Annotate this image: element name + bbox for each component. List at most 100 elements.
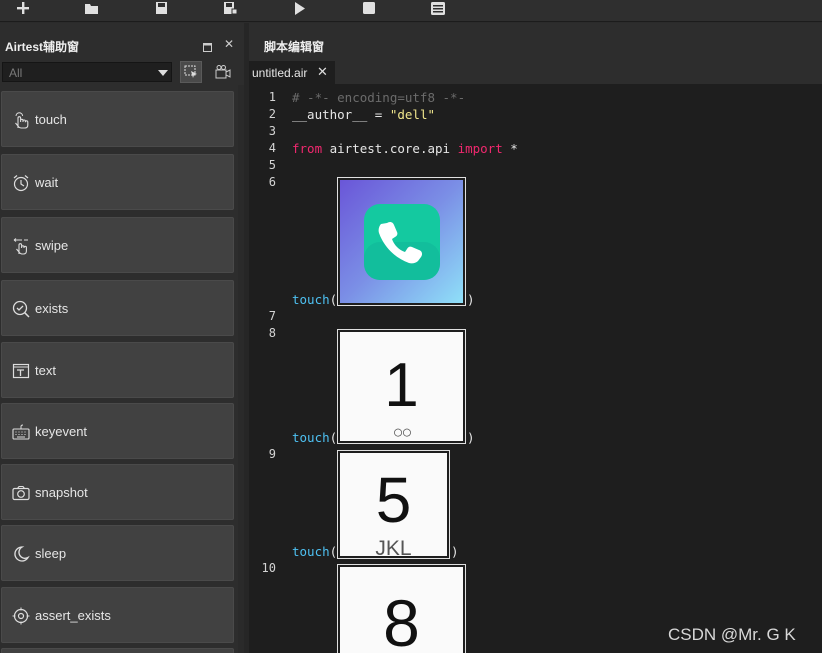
code-touch-call: touch(: [292, 544, 337, 559]
code-module: airtest.core.api: [322, 141, 458, 156]
filter-row: All: [0, 61, 244, 85]
api-label: exists: [35, 301, 69, 316]
float-window-icon[interactable]: [203, 39, 212, 57]
code-touch-call: touch(: [292, 292, 337, 307]
code-paren: ): [467, 430, 475, 445]
image-thumbnail-key-5[interactable]: 5 JKL: [337, 450, 450, 559]
api-filter-select[interactable]: All: [2, 62, 172, 82]
code-string: "dell": [389, 107, 435, 122]
new-icon[interactable]: [12, 0, 34, 16]
select-cursor-icon: [184, 65, 197, 78]
api-button-snapshot[interactable]: snapshot: [1, 464, 234, 520]
save-as-icon[interactable]: [219, 0, 241, 16]
keyboard-icon: [12, 424, 30, 440]
code-area[interactable]: 1 2 3 4 5 6 7 8 9 10 # -*- encoding=utf8…: [249, 84, 822, 653]
select-region-button[interactable]: [180, 61, 202, 83]
code-paren: ): [451, 544, 459, 559]
save-icon[interactable]: [150, 0, 172, 16]
camera-record-icon: [215, 65, 231, 79]
api-label: swipe: [35, 238, 69, 253]
line-number: 3: [268, 124, 276, 138]
api-button-exists[interactable]: exists: [1, 280, 234, 336]
panel-title: Airtest辅助窗: [5, 40, 80, 54]
line-number: 4: [268, 141, 276, 155]
code-comment: # -*- encoding=utf8 -*-: [292, 90, 466, 105]
thumb-digit: 5: [375, 464, 412, 536]
code-function: touch: [292, 544, 330, 559]
voicemail-icon: ○○: [392, 422, 413, 442]
thumb-letters: JKL: [375, 537, 412, 558]
line-number: 6: [268, 175, 276, 189]
hand-swipe-icon: [13, 238, 28, 255]
api-label: assert_exists: [35, 608, 111, 623]
code-keyword: import: [457, 141, 503, 156]
airtest-ide-window: Airtest辅助窗 ✕ All touch wait swipe exists…: [0, 0, 822, 653]
api-button-text[interactable]: text: [1, 342, 234, 398]
code-line-author: __author__ = "dell": [292, 107, 435, 122]
code-paren: (: [329, 544, 338, 559]
main-toolbar: [0, 0, 822, 22]
api-label: sleep: [35, 546, 67, 561]
close-icon[interactable]: ✕: [317, 64, 328, 80]
api-label: touch: [35, 112, 67, 127]
text-box-icon: [12, 363, 30, 379]
code-function: touch: [292, 292, 330, 307]
code-paren: (: [329, 292, 338, 307]
thumb-digit: 8: [383, 586, 420, 653]
moon-icon: [14, 546, 30, 562]
line-number: 2: [268, 107, 276, 121]
image-thumbnail-key-8[interactable]: 8: [337, 564, 466, 653]
code-touch-call: touch(: [292, 430, 337, 445]
script-editor-panel: 脚本编辑窗 untitled.air ✕ 1 2 3 4 5 6 7 8 9 1…: [249, 23, 822, 653]
api-button-touch[interactable]: touch: [1, 91, 234, 147]
code-function: touch: [292, 430, 330, 445]
log-icon[interactable]: [427, 0, 449, 16]
airtest-assistant-panel: Airtest辅助窗 ✕ All touch wait swipe exists…: [0, 23, 244, 653]
editor-header: 脚本编辑窗: [249, 23, 822, 61]
image-thumbnail-phone[interactable]: [337, 177, 466, 306]
record-button[interactable]: [212, 61, 234, 83]
filter-value: All: [9, 66, 23, 80]
api-label: text: [35, 363, 56, 378]
code-line-import: from airtest.core.api import *: [292, 141, 518, 156]
code-paren: ): [467, 292, 475, 307]
api-label: wait: [35, 175, 59, 190]
editor-tab-bar: untitled.air ✕: [249, 61, 822, 84]
thumb-digit: 1: [384, 351, 419, 420]
line-number: 5: [268, 158, 276, 172]
code-star: *: [502, 141, 518, 156]
code-var: __author__: [292, 107, 368, 122]
tab-untitled-air[interactable]: untitled.air ✕: [249, 61, 335, 84]
search-check-icon: [12, 300, 30, 318]
target-icon: [12, 607, 30, 625]
api-button-assert-exists[interactable]: assert_exists: [1, 587, 234, 643]
camera-icon: [12, 485, 30, 501]
line-number: 9: [268, 447, 276, 461]
chevron-down-icon: [158, 70, 168, 76]
code-eq: =: [367, 107, 390, 122]
tab-label: untitled.air: [252, 66, 308, 80]
api-button-sleep[interactable]: sleep: [1, 525, 234, 581]
editor-title: 脚本编辑窗: [264, 40, 325, 54]
close-icon[interactable]: ✕: [224, 37, 234, 51]
phone-app-icon: [364, 204, 440, 280]
stop-icon[interactable]: [358, 0, 380, 16]
image-thumbnail-key-1[interactable]: 1 ○○: [337, 329, 466, 444]
line-number: 7: [268, 309, 276, 323]
code-paren: (: [329, 430, 338, 445]
api-button-partial[interactable]: [1, 648, 234, 653]
api-button-wait[interactable]: wait: [1, 154, 234, 210]
line-number: 8: [268, 326, 276, 340]
panel-header: Airtest辅助窗 ✕: [0, 32, 244, 56]
api-label: snapshot: [35, 485, 88, 500]
line-number: 1: [268, 90, 276, 104]
clock-icon: [13, 175, 29, 192]
api-button-swipe[interactable]: swipe: [1, 217, 234, 273]
open-icon[interactable]: [81, 0, 103, 16]
run-icon[interactable]: [289, 0, 311, 16]
line-number: 10: [261, 561, 276, 575]
api-label: keyevent: [35, 424, 88, 439]
code-keyword: from: [292, 141, 323, 156]
api-button-keyevent[interactable]: keyevent: [1, 403, 234, 459]
watermark-text: CSDN @Mr. G K: [668, 625, 796, 644]
